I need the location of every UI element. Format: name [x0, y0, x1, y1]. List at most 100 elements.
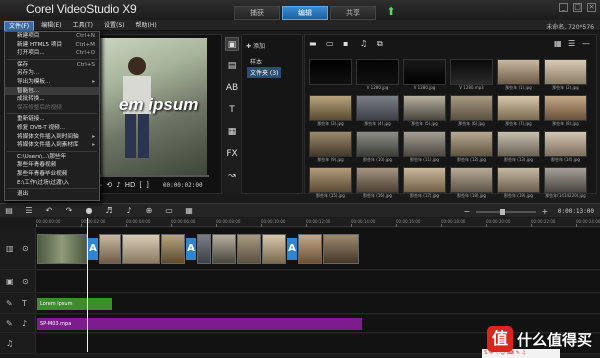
video-clip[interactable] — [298, 234, 322, 264]
multi-camera-icon[interactable]: ▦ — [184, 206, 194, 215]
video-clip[interactable] — [161, 234, 185, 264]
record-capture-icon[interactable]: ● — [84, 206, 94, 215]
graphic-icon[interactable]: ▦ — [225, 125, 239, 139]
library-thumbnail[interactable]: 那些年 (3).jpg — [309, 95, 352, 126]
tab-capture[interactable]: 捕获 — [234, 6, 280, 20]
library-thumbnail[interactable]: 那些年 (4).jpg — [356, 95, 399, 126]
zoom-slider[interactable] — [475, 208, 536, 215]
microphone-icon[interactable]: ♪ — [22, 319, 27, 328]
transition-marker[interactable]: A — [287, 238, 297, 260]
add-folder-button[interactable]: ✚ 添加 — [246, 41, 265, 50]
library-thumbnail[interactable]: 那些年 (15).jpg — [309, 167, 352, 198]
preview-timecode[interactable]: 00:00:02:00 — [163, 182, 203, 189]
close-button[interactable]: × — [587, 3, 596, 12]
hd-label[interactable]: HD — [125, 181, 136, 189]
maximize-button[interactable]: □ — [573, 3, 582, 12]
video-clip[interactable] — [197, 234, 211, 264]
library-thumbnail[interactable]: 那些年 (1).jpg — [497, 59, 540, 90]
undo-icon[interactable]: ↶ — [44, 206, 54, 215]
library-thumbnail[interactable]: 那些年 (8).jpg — [544, 95, 587, 126]
redo-icon[interactable]: ↷ — [64, 206, 74, 215]
menu-item-exit[interactable]: 退出 — [5, 190, 99, 199]
show-video-icon[interactable]: ▭ — [326, 40, 336, 48]
ripple-edit-icon[interactable]: ⊙ — [22, 277, 29, 286]
upload-arrow-icon[interactable]: ⬆ — [384, 6, 398, 20]
preview-viewer[interactable]: em ipsum — [95, 38, 207, 176]
timeline-playhead[interactable] — [87, 218, 88, 352]
volume-icon[interactable]: ♪ — [116, 181, 120, 189]
tree-item-samples[interactable]: 样本 — [250, 57, 262, 66]
timeline-ruler[interactable]: 00:00:00:00 00:00:02:00 00:00:04:00 00:00:0… — [36, 218, 600, 227]
video-clip[interactable] — [262, 234, 286, 264]
video-clip[interactable] — [99, 234, 121, 264]
menu-item-recent-2[interactable]: 那些年青春视频 — [5, 161, 99, 170]
title-clip[interactable]: Lorem ipsum — [37, 298, 112, 310]
library-thumbnail[interactable]: 那些年 (12).jpg — [450, 131, 493, 162]
show-audio-icon[interactable]: ♫ — [360, 40, 370, 48]
library-thumbnail[interactable]: V 1280.jpg — [403, 59, 446, 90]
sort-icon[interactable]: ⧉ — [377, 40, 387, 48]
zoom-slider-icon[interactable]: — — [582, 40, 592, 48]
menu-item-insert-library[interactable]: 将媒体文件插入到素材库 ▸ — [5, 141, 99, 150]
library-thumbnail[interactable]: 那些年 (19).jpg — [497, 167, 540, 198]
subtitle-editor-icon[interactable]: ▭ — [164, 206, 174, 215]
zoom-out-icon[interactable]: − — [462, 207, 472, 216]
library-thumbnail[interactable]: 那些年 (13).jpg — [497, 131, 540, 162]
video-clip[interactable] — [37, 234, 87, 264]
tab-share[interactable]: 共享 — [330, 6, 376, 20]
menu-help[interactable]: 帮助(H) — [131, 21, 160, 32]
transition-marker[interactable]: A — [186, 238, 196, 260]
storyboard-view-icon[interactable]: ▤ — [4, 206, 14, 215]
transition-icon[interactable]: AB — [225, 81, 239, 95]
media-icon[interactable]: ▣ — [225, 37, 239, 51]
show-photo-icon[interactable]: ▪ — [343, 40, 353, 48]
import-folder-icon[interactable]: ▬ — [309, 40, 319, 48]
menu-item-smart-package[interactable]: 智能包... — [5, 86, 99, 96]
video-clip[interactable] — [212, 234, 236, 264]
menu-item-relink[interactable]: 重新链接... — [5, 115, 99, 124]
library-thumbnail[interactable] — [309, 59, 352, 90]
motion-tracking-icon[interactable]: ⊕ — [144, 206, 154, 215]
menu-item-batch-convert[interactable]: 成批转换... — [5, 95, 99, 104]
menu-item-save[interactable]: 保存 Ctrl+S — [5, 61, 99, 70]
library-thumbnail[interactable]: 那些年 (2).jpg — [544, 59, 587, 90]
menu-item-recent-4[interactable]: E:\工作\过场\过渡\入 — [5, 179, 99, 188]
library-thumbnail[interactable]: 那些年 (14).jpg — [544, 131, 587, 162]
menu-item-new-html5[interactable]: 新建 HTML5 项目 Ctrl+M — [5, 41, 99, 50]
library-thumbnail[interactable]: 那些年 (5).jpg — [403, 95, 446, 126]
tree-item-folder[interactable]: 文件夹 (3) — [247, 67, 282, 78]
library-thumbnail[interactable]: 那些年 (7).jpg — [497, 95, 540, 126]
menu-item-new-project[interactable]: 新建项目 Ctrl+N — [5, 32, 99, 41]
library-thumbnail[interactable]: V 1280.jpg — [356, 59, 399, 90]
menu-item-recent-1[interactable]: C:\Users\...\那些年 — [5, 153, 99, 162]
library-thumbnail[interactable]: 那些年(1434220).jpg — [544, 167, 587, 198]
ripple-edit-icon[interactable]: ⊙ — [22, 244, 29, 253]
mark-in-icon[interactable]: [ — [139, 181, 142, 189]
menu-item-open-project[interactable]: 打开项目... Ctrl+O — [5, 49, 99, 58]
menu-item-insert-timeline[interactable]: 将媒体文件插入到时间轴 ▸ — [5, 133, 99, 142]
timeline-duration[interactable]: 0:00:13:00 — [558, 208, 594, 215]
zoom-in-icon[interactable]: + — [540, 207, 550, 216]
library-thumbnail[interactable]: 那些年 (6).jpg — [450, 95, 493, 126]
video-clip[interactable] — [237, 234, 261, 264]
path-icon[interactable]: ↝ — [225, 169, 239, 183]
music-clip[interactable]: SP-M03.mpa — [37, 318, 362, 330]
tab-edit[interactable]: 编辑 — [282, 6, 328, 20]
menu-item-repair-dvbt[interactable]: 修复 DVB-T 视频... — [5, 124, 99, 133]
menu-settings[interactable]: 设置(S) — [100, 21, 129, 32]
library-thumbnail[interactable]: 那些年 (11).jpg — [403, 131, 446, 162]
library-thumbnail[interactable]: 那些年 (16).jpg — [356, 167, 399, 198]
thumbnail-view-icon[interactable]: ▦ — [554, 40, 564, 48]
menu-item-recent-3[interactable]: 那些年青春毕业视频 — [5, 170, 99, 179]
repeat-icon[interactable]: ⟲ — [106, 181, 112, 189]
timeline-view-icon[interactable]: ☰ — [24, 206, 34, 215]
filter-icon[interactable]: FX — [225, 147, 239, 161]
mark-out-icon[interactable]: ] — [146, 181, 149, 189]
instant-project-icon[interactable]: ▤ — [225, 59, 239, 73]
auto-music-icon[interactable]: ♪ — [124, 206, 134, 215]
video-clip[interactable] — [122, 234, 160, 264]
minimize-button[interactable]: _ — [559, 3, 568, 12]
library-thumbnail[interactable]: V 1280.mp3 — [450, 59, 493, 90]
preview-overlay-title[interactable]: em ipsum — [119, 95, 198, 115]
list-view-icon[interactable]: ☰ — [568, 40, 578, 48]
